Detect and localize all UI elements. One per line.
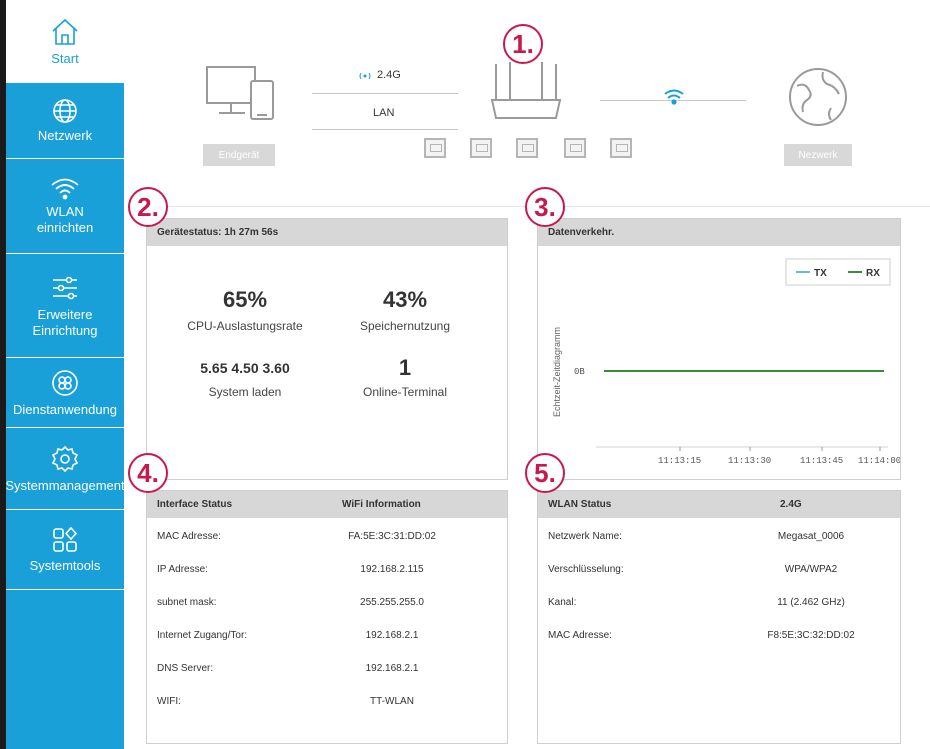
signal-icon [359, 72, 371, 80]
sliders-icon [53, 276, 77, 299]
wifi-icon [51, 178, 79, 200]
flower-icon [52, 369, 78, 396]
apps-icon [53, 526, 78, 552]
sidebar-item-label: Netzwerk [37, 127, 93, 143]
lan-port [564, 138, 586, 158]
row-label: Verschlüsselung: [548, 564, 624, 575]
x-tick-label: 11:13:30 [728, 456, 771, 466]
sidebar-item-label: Start [51, 50, 79, 66]
sidebar-item-label: Dienstanwendung [12, 401, 118, 417]
x-tick-label: 11:13:15 [658, 456, 701, 466]
callout-3: 3. [525, 187, 565, 227]
load-value: 5.65 4.50 3.60 [200, 360, 290, 376]
sidebar-item-dienst[interactable]: Dienstanwendung [6, 358, 124, 428]
terminals-value: 1 [398, 355, 412, 380]
lan-port [610, 138, 632, 158]
row-value: WPA/WPA2 [784, 564, 838, 575]
divider [312, 93, 458, 94]
row-value: 192.168.2.1 [365, 663, 419, 674]
memory-value: 43% [382, 287, 428, 312]
sidebar-item-label: Erweitere Einrichtung [32, 306, 98, 338]
wlan-header-right: 2.4G [780, 499, 802, 510]
y-axis-label: Echtzeit-Zeitdiagramm [552, 327, 562, 417]
sidebar-item-systemtools[interactable]: Systemtools [6, 510, 124, 590]
internet-label: Nezwerk [784, 144, 852, 166]
traffic-chart: TX RX 0B Echtzeit-Zeitdiagramm 11:13:15 11:13… [552, 258, 900, 466]
router-icon [490, 62, 562, 119]
row-value: 11 (2.462 GHz) [777, 597, 845, 608]
cpu-label: CPU-Auslastungsrate [187, 319, 303, 333]
wlan-header-left: WLAN Status [548, 499, 612, 510]
callout-5: 5. [525, 453, 565, 493]
traffic-header: Datenverkehr. [538, 219, 900, 246]
callout-1: 1. [503, 24, 543, 64]
terminals-label: Online-Terminal [362, 385, 448, 399]
interface-header-right: WiFi Information [342, 499, 421, 510]
row-value: F8:5E:3C:32:DD:02 [767, 630, 855, 641]
sidebar-nav: Start Netzwerk WLAN einrichten Erweitere… [6, 0, 124, 749]
sidebar-item-label: WLAN einrichten [36, 204, 94, 235]
row-label: Internet Zugang/Tor: [157, 630, 248, 641]
row-value: Megasat_0006 [777, 531, 845, 542]
sidebar-item-wlan[interactable]: WLAN einrichten [6, 159, 124, 254]
row-value: 192.168.2.115 [360, 564, 424, 575]
wifi-link-icon [664, 89, 684, 105]
wlan-panel: WLAN Status 2.4G Netzwerk Name: Megasat_0… [537, 490, 901, 744]
callout-4: 4. [128, 453, 168, 493]
wlan-header: WLAN Status 2.4G [538, 491, 900, 518]
row-value: 255.255.255.0 [360, 597, 424, 608]
row-label: DNS Server: [157, 663, 214, 674]
traffic-panel: Datenverkehr. TX RX 0B Echtzeit-Zeitdiagram… [537, 218, 901, 480]
device-status-panel: Gerätestatus: 1h 27m 56s 65% CPU-Auslast… [146, 218, 508, 480]
sidebar-item-label: Systemtools [29, 557, 101, 573]
globe-icon [789, 68, 847, 126]
sidebar: Start Netzwerk WLAN einrichten Erweitere… [0, 0, 124, 749]
sidebar-item-start[interactable]: Start [6, 0, 124, 83]
row-label: IP Adresse: [157, 564, 208, 575]
interface-header: Interface Status WiFi Information [147, 491, 507, 518]
computer-icon [206, 66, 274, 120]
row-label: subnet mask: [157, 597, 217, 608]
sidebar-item-erweitere[interactable]: Erweitere Einrichtung [6, 254, 124, 358]
sidebar-item-label: Systemmanagement [6, 477, 124, 493]
x-tick-label: 11:13:45 [800, 456, 843, 466]
interface-panel: Interface Status WiFi Information MAC Ad… [146, 490, 508, 744]
sidebar-item-systemmanagement[interactable]: Systemmanagement [6, 428, 124, 510]
globe-icon [53, 98, 77, 123]
row-label: MAC Adresse: [548, 630, 612, 641]
interface-header-left: Interface Status [157, 499, 233, 510]
row-value: FA:5E:3C:31:DD:02 [348, 531, 436, 542]
row-label: MAC Adresse: [157, 531, 221, 542]
row-label: WIFI: [157, 696, 181, 707]
row-label: Netzwerk Name: [548, 531, 622, 542]
gear-icon [51, 445, 79, 472]
y-tick-label: 0B [574, 367, 585, 377]
memory-label: Speichernutzung [359, 319, 451, 333]
lan-port [516, 138, 538, 158]
x-tick-label: 11:14:00 [858, 456, 900, 466]
row-value: TT-WLAN [370, 696, 414, 707]
row-value: 192.168.2.1 [365, 630, 419, 641]
load-label: System laden [208, 385, 282, 399]
cpu-value: 65% [222, 287, 268, 312]
row-label: Kanal: [548, 597, 577, 608]
legend-label: RX [866, 268, 880, 279]
lan-port [470, 138, 492, 158]
device-status-header: Gerätestatus: 1h 27m 56s [147, 219, 507, 246]
legend-label: TX [814, 268, 827, 279]
sidebar-item-netzwerk[interactable]: Netzwerk [6, 83, 124, 159]
home-icon [52, 18, 78, 45]
lan-port [424, 138, 446, 158]
lan-label: LAN [373, 107, 395, 119]
callout-2: 2. [128, 187, 168, 227]
band-label: 2.4G [377, 69, 401, 81]
device-label: Endgerät [203, 144, 275, 166]
divider [312, 129, 458, 130]
